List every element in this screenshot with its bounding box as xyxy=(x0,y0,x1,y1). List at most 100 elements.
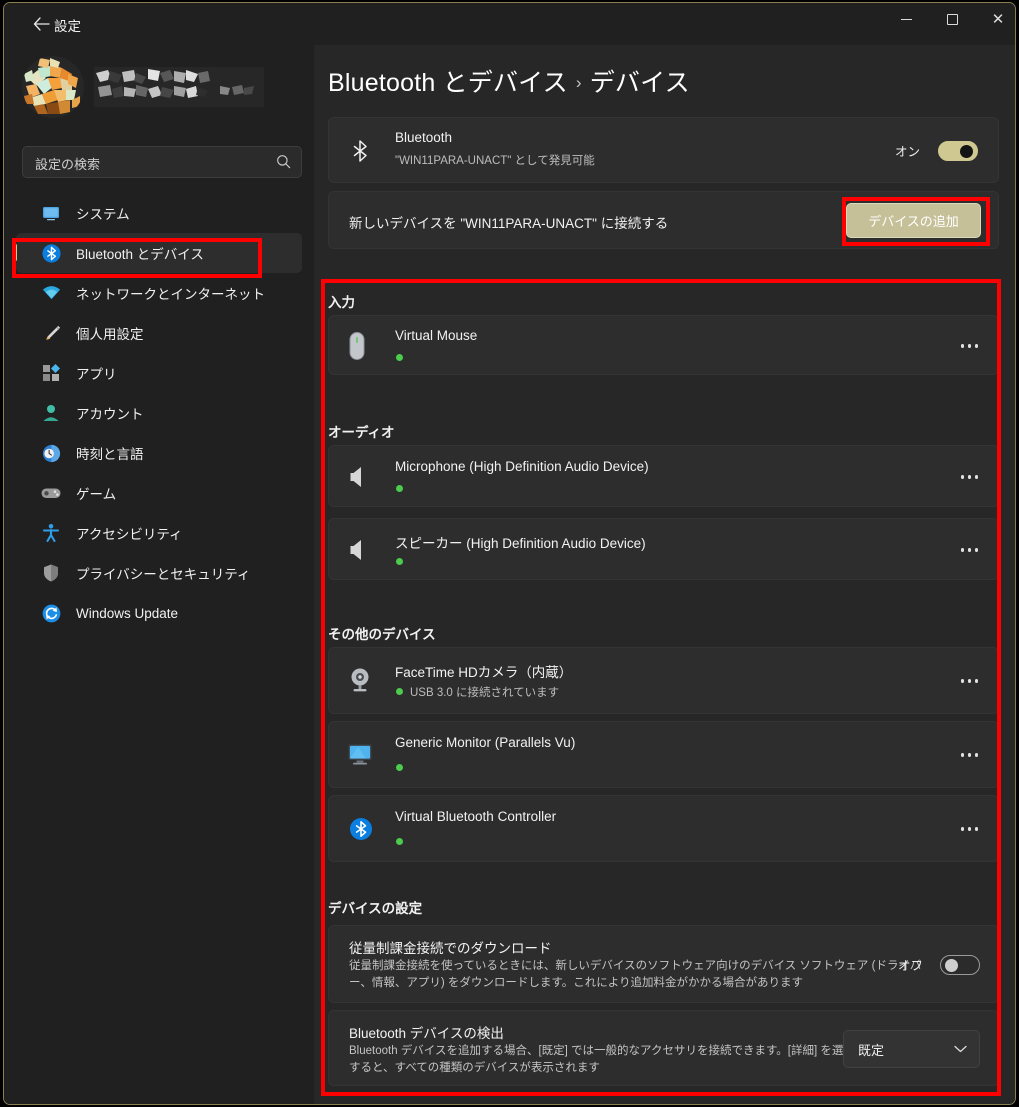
search-icon xyxy=(276,154,291,174)
sidebar-item-label: 個人用設定 xyxy=(76,327,144,342)
minimize-icon xyxy=(900,18,912,20)
maximize-icon xyxy=(946,13,958,25)
sidebar-item-windows-update[interactable]: Windows Update xyxy=(16,593,302,633)
sidebar-item-label: アクセシビリティ xyxy=(76,527,183,542)
account-profile[interactable] xyxy=(22,53,302,123)
avatar xyxy=(22,56,84,118)
speaker-icon xyxy=(349,538,367,562)
bluetooth-icon xyxy=(349,817,373,841)
device-status-dot xyxy=(396,558,403,565)
bluetooth-icon xyxy=(40,242,62,264)
device-name: Microphone (High Definition Audio Device… xyxy=(395,459,649,474)
toggle-knob xyxy=(960,145,973,158)
device-name: Virtual Mouse xyxy=(395,328,478,343)
sidebar-item-time-language[interactable]: 時刻と言語 xyxy=(16,433,302,473)
sidebar-item-network[interactable]: ネットワークとインターネット xyxy=(16,273,302,313)
metered-description: 従量制課金接続を使っているときには、新しいデバイスのソフトウェア向けのデバイス … xyxy=(349,960,922,989)
add-device-button[interactable]: デバイスの追加 xyxy=(846,203,981,238)
sidebar-item-label: ネットワークとインターネット xyxy=(76,287,265,302)
breadcrumb: Bluetooth とデバイス › デバイス xyxy=(328,63,690,99)
breadcrumb-separator: › xyxy=(575,73,582,92)
update-icon xyxy=(40,602,62,624)
shield-icon xyxy=(40,562,62,584)
webcam-icon xyxy=(347,666,373,694)
window-title: 設定 xyxy=(54,19,81,34)
device-status-dot xyxy=(396,354,403,361)
bluetooth-card: Bluetooth "WIN11PARA-UNACT" として発見可能 オン xyxy=(328,117,999,183)
gaming-controller-icon xyxy=(40,482,62,504)
device-status-dot xyxy=(396,485,403,492)
section-label-other-devices: その他のデバイス xyxy=(328,627,436,642)
arrow-left-icon xyxy=(33,17,50,31)
more-options-icon[interactable] xyxy=(960,548,978,552)
mouse-icon xyxy=(347,331,367,361)
bluetooth-toggle[interactable] xyxy=(938,141,978,161)
more-options-icon[interactable] xyxy=(960,344,978,348)
metered-toggle-label: オフ xyxy=(897,959,923,973)
add-device-text: 新しいデバイスを "WIN11PARA-UNACT" に接続する xyxy=(349,216,669,231)
accessibility-icon xyxy=(40,522,62,544)
bluetooth-toggle-label: オン xyxy=(894,145,920,159)
sidebar-item-privacy-security[interactable]: プライバシーとセキュリティ xyxy=(16,553,302,593)
bluetooth-title: Bluetooth xyxy=(395,130,453,145)
sidebar-item-label: プライバシーとセキュリティ xyxy=(76,567,251,582)
metered-download-card: 従量制課金接続でのダウンロード 従量制課金接続を使っているときには、新しいデバイ… xyxy=(328,925,999,1003)
device-row[interactable]: スピーカー (High Definition Audio Device) xyxy=(328,518,999,580)
close-button[interactable]: ✕ xyxy=(975,3,1015,35)
chevron-down-icon xyxy=(954,1040,967,1058)
sidebar-item-system[interactable]: システム xyxy=(16,193,302,233)
sidebar-item-apps[interactable]: アプリ xyxy=(16,353,302,393)
system-icon xyxy=(40,202,62,224)
sidebar-item-label: アカウント xyxy=(76,407,144,422)
device-row[interactable]: Virtual Mouse xyxy=(328,315,999,375)
device-status-dot xyxy=(396,688,403,695)
device-name: FaceTime HDカメラ（内蔵） xyxy=(395,665,573,680)
add-device-card: 新しいデバイスを "WIN11PARA-UNACT" に接続する デバイスの追加 xyxy=(328,191,999,249)
sidebar-item-accounts[interactable]: アカウント xyxy=(16,393,302,433)
account-name-redacted xyxy=(94,67,264,107)
breadcrumb-current: デバイス xyxy=(589,69,690,97)
sidebar-item-personalization[interactable]: 個人用設定 xyxy=(16,313,302,353)
device-row[interactable]: FaceTime HDカメラ（内蔵） USB 3.0 に接続されています xyxy=(328,647,999,714)
title-bar: 設定 ✕ xyxy=(4,3,1015,45)
maximize-button[interactable] xyxy=(929,3,975,35)
sidebar-item-label: システム xyxy=(76,207,130,222)
metered-title: 従量制課金接続でのダウンロード xyxy=(349,941,552,956)
device-status-dot xyxy=(396,838,403,845)
minimize-button[interactable] xyxy=(883,3,929,35)
discovery-selected-value: 既定 xyxy=(858,1042,885,1058)
device-row[interactable]: Virtual Bluetooth Controller xyxy=(328,795,999,862)
section-label-device-settings: デバイスの設定 xyxy=(328,901,423,916)
sidebar-item-bluetooth-devices[interactable]: Bluetooth とデバイス xyxy=(14,233,302,273)
device-row[interactable]: Generic Monitor (Parallels Vu) xyxy=(328,721,999,788)
more-options-icon[interactable] xyxy=(960,827,978,831)
metered-toggle[interactable] xyxy=(940,955,980,975)
more-options-icon[interactable] xyxy=(960,679,978,683)
discovery-description: Bluetooth デバイスを追加する場合、[既定] では一般的なアクセサリを接… xyxy=(349,1045,855,1074)
back-button[interactable] xyxy=(26,11,56,37)
discovery-title: Bluetooth デバイスの検出 xyxy=(349,1026,504,1041)
device-name: Virtual Bluetooth Controller xyxy=(395,809,557,824)
sidebar-item-accessibility[interactable]: アクセシビリティ xyxy=(16,513,302,553)
speaker-icon xyxy=(349,465,367,489)
sidebar-item-gaming[interactable]: ゲーム xyxy=(16,473,302,513)
device-name: Generic Monitor (Parallels Vu) xyxy=(395,735,576,750)
sidebar-item-label: Windows Update xyxy=(76,605,179,621)
toggle-knob xyxy=(945,959,958,972)
more-options-icon[interactable] xyxy=(960,753,978,757)
device-status-dot xyxy=(396,764,403,771)
main-content: Bluetooth とデバイス › デバイス Bluetooth "WIN11PAR… xyxy=(314,45,1015,1104)
search-input[interactable]: 設定の検索 xyxy=(22,146,302,178)
monitor-icon xyxy=(347,743,373,767)
apps-icon xyxy=(40,362,62,384)
close-icon: ✕ xyxy=(991,9,1005,28)
device-row[interactable]: Microphone (High Definition Audio Device… xyxy=(328,445,999,507)
device-name: スピーカー (High Definition Audio Device) xyxy=(395,536,646,551)
sidebar-item-label: Bluetooth とデバイス xyxy=(76,247,204,262)
sidebar-item-label: アプリ xyxy=(76,367,117,382)
sidebar-nav: システム Bluetooth とデバイス ネットワークとインターネット 個人用設… xyxy=(14,193,302,633)
breadcrumb-root[interactable]: Bluetooth とデバイス xyxy=(328,69,568,97)
more-options-icon[interactable] xyxy=(960,475,978,479)
discovery-dropdown[interactable]: 既定 xyxy=(843,1030,980,1068)
network-icon xyxy=(40,282,62,304)
